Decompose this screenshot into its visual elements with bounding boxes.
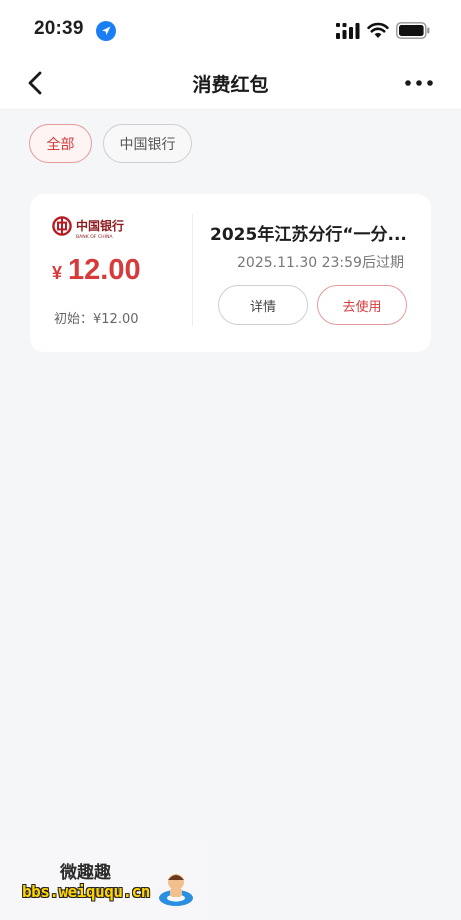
wifi-icon <box>367 22 389 38</box>
initial-amount: 初始：¥12.00 <box>54 312 139 327</box>
mascot-icon <box>159 874 193 906</box>
voucher-expiry: 2025.11.30 23:59后过期 <box>237 255 404 271</box>
currency-symbol: ¥ <box>52 263 63 283</box>
detail-button[interactable]: 详情 <box>218 285 308 325</box>
use-button[interactable]: 去使用 <box>317 285 407 325</box>
bank-of-china-logo: 中国银行 BANK OF CHINA <box>52 216 128 240</box>
status-bar: 20:39 <box>0 0 461 56</box>
battery-icon <box>396 22 430 39</box>
watermark-url: bbs.weiququ.cn <box>22 882 150 901</box>
page-title: 消费红包 <box>192 74 269 96</box>
watermark-title: 微趣趣 <box>60 863 111 883</box>
card-divider <box>192 214 193 326</box>
watermark: 微趣趣 bbs.weiququ.cn <box>0 842 207 920</box>
location-icon <box>96 21 116 41</box>
signal-icon <box>336 23 360 39</box>
nav-bar: 消费红包 <box>0 56 461 110</box>
voucher-amount: ¥ 12.00 <box>52 254 141 287</box>
filter-chip-bank-of-china[interactable]: 中国银行 <box>103 124 192 163</box>
svg-text:BANK OF CHINA: BANK OF CHINA <box>76 234 113 240</box>
status-time: 20:39 <box>34 18 84 39</box>
amount-value: 12.00 <box>68 254 141 286</box>
svg-text:中国银行: 中国银行 <box>76 218 124 233</box>
more-icon[interactable] <box>404 78 434 88</box>
voucher-card[interactable]: 中国银行 BANK OF CHINA ¥ 12.00 初始：¥12.00 202… <box>30 194 431 352</box>
filter-chip-all[interactable]: 全部 <box>29 124 92 163</box>
voucher-title: 2025年江苏分行“一分... <box>210 225 407 245</box>
